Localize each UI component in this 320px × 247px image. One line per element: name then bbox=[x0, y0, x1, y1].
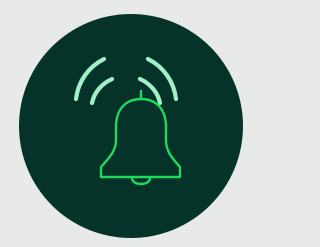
bell-icon bbox=[73, 56, 182, 186]
notification-illustration bbox=[0, 0, 252, 247]
left-inner-wave bbox=[89, 76, 115, 106]
left-outer-wave bbox=[73, 56, 107, 102]
bell-outline bbox=[99, 89, 182, 186]
ringing-waves-icon bbox=[73, 56, 179, 106]
right-outer-wave bbox=[145, 56, 179, 102]
bell-body bbox=[99, 97, 182, 179]
bell-clapper bbox=[130, 176, 152, 186]
